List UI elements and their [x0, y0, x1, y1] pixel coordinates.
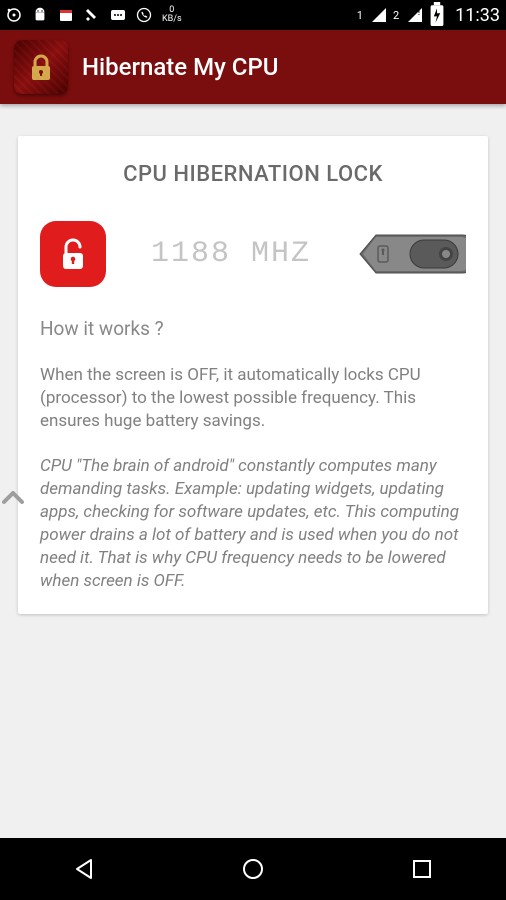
- cpu-frequency: 1188 MHZ: [151, 237, 311, 271]
- home-button[interactable]: [238, 854, 268, 884]
- back-button[interactable]: [69, 854, 99, 884]
- app-icon: [14, 40, 68, 94]
- disc-icon: [6, 7, 22, 23]
- description-paragraph-1: When the screen is OFF, it automatically…: [40, 364, 466, 433]
- status-bar: 0 KB/s 1 2 ! 11:33: [0, 0, 506, 30]
- card-title: CPU HIBERNATION LOCK: [40, 162, 466, 187]
- battery-charging-icon: [429, 7, 445, 23]
- android-icon: [32, 7, 48, 23]
- lock-status-icon[interactable]: [40, 221, 106, 287]
- brush-icon: [84, 7, 100, 23]
- hibernation-card: CPU HIBERNATION LOCK 1188 MHZ: [18, 136, 488, 614]
- hibernation-toggle[interactable]: [356, 231, 466, 277]
- data-speed-icon: 0 KB/s: [162, 6, 182, 24]
- signal-1-icon: [371, 7, 387, 23]
- svg-text:!: !: [418, 9, 420, 17]
- message-icon: [110, 7, 126, 23]
- navigation-bar: [0, 838, 506, 900]
- sim2-label: 2: [393, 9, 399, 22]
- whatsapp-icon: [136, 7, 152, 23]
- content-area: CPU HIBERNATION LOCK 1188 MHZ: [0, 104, 506, 614]
- status-time: 11:33: [455, 5, 500, 26]
- how-it-works-title: How it works ?: [40, 317, 466, 340]
- signal-2-icon: !: [407, 7, 423, 23]
- description-paragraph-2: CPU "The brain of android" constantly co…: [40, 455, 466, 593]
- app-title: Hibernate My CPU: [82, 53, 278, 81]
- recent-apps-button[interactable]: [407, 854, 437, 884]
- sim1-label: 1: [357, 9, 363, 22]
- hero-row: 1188 MHZ: [40, 221, 466, 287]
- calendar-icon: [58, 7, 74, 23]
- app-bar: Hibernate My CPU: [0, 30, 506, 104]
- chevron-up-icon[interactable]: [0, 483, 28, 517]
